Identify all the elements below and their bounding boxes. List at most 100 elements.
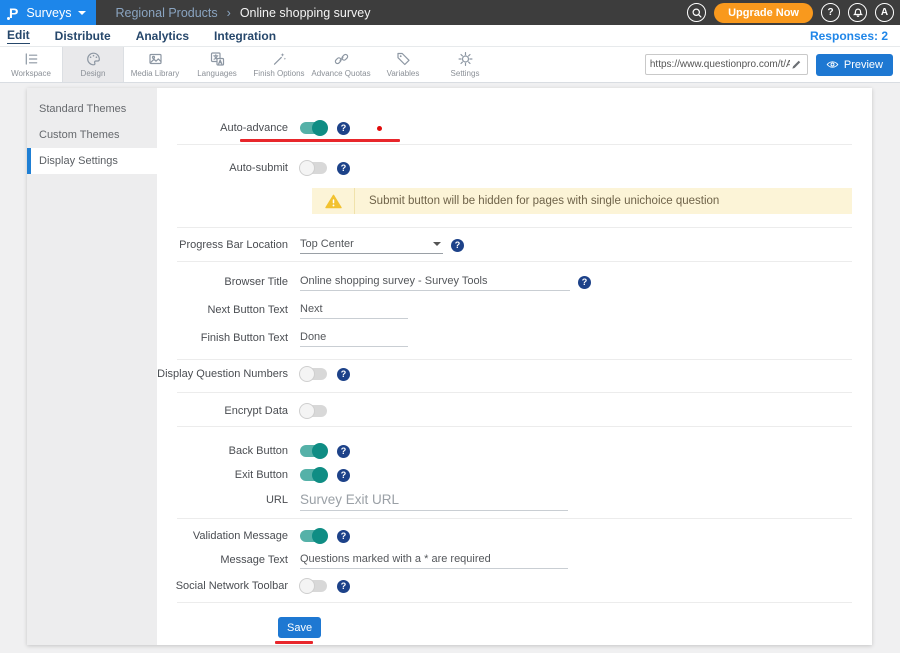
tab-distribute[interactable]: Distribute: [55, 29, 111, 43]
upgrade-now-button[interactable]: Upgrade Now: [714, 3, 813, 23]
toolbar-item-settings[interactable]: Settings: [434, 47, 496, 82]
validation-message-label: Validation Message: [157, 530, 300, 542]
auto-advance-toggle[interactable]: [300, 122, 327, 134]
eye-icon: [826, 60, 839, 69]
row-social-network-toolbar: Social Network Toolbar: [157, 574, 852, 598]
sidebar-item-custom-themes[interactable]: Custom Themes: [27, 122, 157, 148]
display-settings-card: Standard Themes Custom Themes Display Se…: [27, 88, 872, 645]
languages-icon: [209, 51, 226, 67]
share-url-input[interactable]: [650, 59, 790, 70]
social-network-toolbar-label: Social Network Toolbar: [157, 580, 300, 592]
display-question-numbers-toggle[interactable]: [300, 368, 327, 380]
row-display-question-numbers: Display Question Numbers: [157, 362, 852, 386]
search-button[interactable]: [687, 3, 706, 22]
row-exit-button: Exit Button: [157, 463, 852, 487]
toolbar-item-design[interactable]: Design: [62, 47, 124, 82]
section-save: Save: [157, 603, 872, 638]
finish-button-text-input[interactable]: [300, 329, 408, 347]
annotation-red-dot: [377, 126, 382, 131]
top-navbar: P Surveys Regional Products › Online sho…: [0, 0, 900, 25]
toolbar-item-finish-options[interactable]: Finish Options: [248, 47, 310, 82]
section-validation: Validation Message Message Text Social N…: [157, 519, 872, 602]
auto-submit-toggle[interactable]: [300, 162, 327, 174]
selected-option: Top Center: [300, 238, 354, 250]
toolbar-item-languages[interactable]: Languages: [186, 47, 248, 82]
exit-button-label: Exit Button: [157, 469, 300, 481]
row-auto-advance: Auto-advance: [157, 116, 852, 140]
toolbar-item-variables[interactable]: Variables: [372, 47, 434, 82]
tab-integration[interactable]: Integration: [214, 29, 276, 43]
section-text-settings: Browser Title Next Button Text Finish Bu…: [157, 262, 872, 359]
browser-title-input[interactable]: [300, 273, 570, 291]
validation-message-toggle[interactable]: [300, 530, 327, 542]
social-network-toolbar-help-icon[interactable]: [337, 580, 350, 593]
display-question-numbers-help-icon[interactable]: [337, 368, 350, 381]
avatar[interactable]: A: [875, 3, 894, 22]
annotation-underline-save: [275, 641, 313, 644]
sidebar-item-display-settings[interactable]: Display Settings: [27, 148, 157, 174]
media-library-icon: [147, 51, 164, 67]
surveys-menu[interactable]: Surveys: [26, 6, 85, 20]
browser-title-label: Browser Title: [157, 276, 300, 288]
auto-advance-help-icon[interactable]: [337, 122, 350, 135]
responses-count-link[interactable]: Responses: 2: [810, 29, 888, 43]
breadcrumb: Regional Products › Online shopping surv…: [116, 6, 371, 20]
notifications-button[interactable]: [848, 3, 867, 22]
finish-options-wand-icon: [271, 51, 288, 67]
design-toolbar: Workspace Design Media Library Languages…: [0, 47, 900, 83]
edit-url-button[interactable]: [790, 59, 803, 70]
row-browser-title: Browser Title: [157, 270, 852, 294]
exit-button-help-icon[interactable]: [337, 469, 350, 482]
next-button-text-label: Next Button Text: [157, 304, 300, 316]
tab-analytics[interactable]: Analytics: [136, 29, 189, 43]
auto-advance-label: Auto-advance: [157, 122, 300, 134]
toggle-knob: [299, 160, 315, 176]
surveys-menu-label: Surveys: [26, 6, 71, 20]
workspace-icon: [23, 51, 40, 67]
chevron-down-icon: [78, 11, 86, 15]
row-message-text: Message Text: [157, 548, 852, 572]
search-icon: [691, 7, 703, 19]
back-button-help-icon[interactable]: [337, 445, 350, 458]
page-body: Standard Themes Custom Themes Display Se…: [0, 83, 900, 645]
auto-submit-help-icon[interactable]: [337, 162, 350, 175]
social-network-toolbar-toggle[interactable]: [300, 580, 327, 592]
section-auto-submit: Auto-submit Submit button will be hidden…: [157, 145, 872, 227]
progress-bar-help-icon[interactable]: [451, 239, 464, 252]
toolbar-item-media-library[interactable]: Media Library: [124, 47, 186, 82]
save-button[interactable]: Save: [278, 617, 321, 638]
help-menu-button[interactable]: ?: [821, 3, 840, 22]
encrypt-data-toggle[interactable]: [300, 405, 327, 417]
toolbar-item-advance-quotas[interactable]: Advance Quotas: [310, 47, 372, 82]
row-encrypt-data: Encrypt Data: [157, 399, 852, 423]
browser-title-help-icon[interactable]: [578, 276, 591, 289]
exit-button-toggle[interactable]: [300, 469, 327, 481]
auto-submit-label: Auto-submit: [157, 162, 300, 174]
row-progress-bar-location: Progress Bar Location Top Center: [157, 233, 852, 257]
section-auto-advance: Auto-advance: [157, 88, 872, 144]
variables-tag-icon: [395, 51, 412, 67]
breadcrumb-parent[interactable]: Regional Products: [116, 6, 218, 20]
questionpro-logo: P: [9, 6, 18, 20]
question-icon: ?: [827, 7, 833, 18]
preview-button[interactable]: Preview: [816, 54, 893, 76]
validation-message-help-icon[interactable]: [337, 530, 350, 543]
back-button-toggle[interactable]: [300, 445, 327, 457]
toggle-knob: [312, 467, 328, 483]
row-next-button-text: Next Button Text: [157, 298, 852, 322]
sidebar-item-standard-themes[interactable]: Standard Themes: [27, 96, 157, 122]
exit-url-input[interactable]: [300, 490, 568, 511]
back-button-label: Back Button: [157, 445, 300, 457]
breadcrumb-separator-icon: ›: [227, 6, 231, 20]
progress-bar-location-select[interactable]: Top Center: [300, 236, 443, 254]
themes-sidebar: Standard Themes Custom Themes Display Se…: [27, 88, 157, 645]
toolbar-item-workspace[interactable]: Workspace: [0, 47, 62, 82]
toggle-knob: [312, 528, 328, 544]
annotation-underline-auto-advance: [240, 139, 400, 142]
row-validation-message: Validation Message: [157, 524, 852, 548]
tab-edit[interactable]: Edit: [7, 28, 30, 44]
next-button-text-input[interactable]: [300, 301, 408, 319]
design-palette-icon: [85, 51, 102, 67]
survey-nav-tabs: Edit Distribute Analytics Integration Re…: [0, 25, 900, 47]
message-text-input[interactable]: [300, 551, 568, 569]
